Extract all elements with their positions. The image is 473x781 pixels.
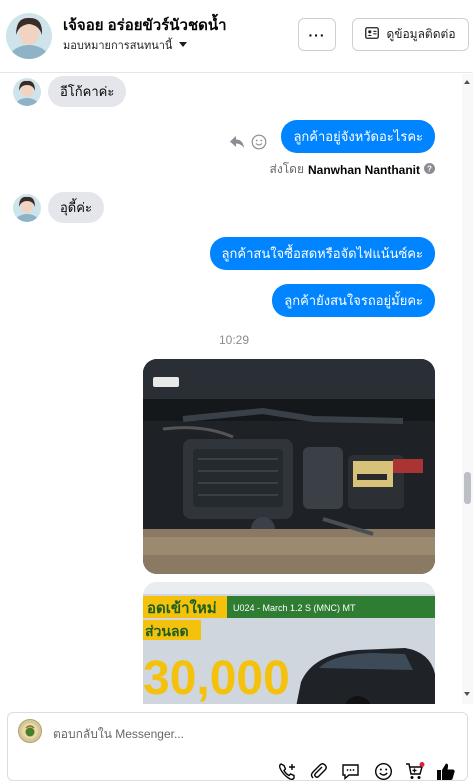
message-timestamp: 10:29 xyxy=(218,333,250,347)
contact-card-icon xyxy=(365,27,380,42)
attach-icon[interactable] xyxy=(308,761,328,781)
sent-by-name: Nanwhan Nanthanit xyxy=(307,162,420,177)
scroll-down-icon[interactable] xyxy=(464,692,470,696)
contact-avatar-small[interactable] xyxy=(13,193,41,222)
reply-input[interactable] xyxy=(53,727,353,741)
view-contact-info-label: ดูข้อมูลติดต่อ xyxy=(386,27,456,41)
photo-attachment[interactable] xyxy=(143,359,435,574)
conversation-header: เจ้จอย อร่อยขัวร์นัวชดน้ำ มอบหมายการสนทน… xyxy=(0,0,473,73)
cart-icon[interactable] xyxy=(405,761,425,781)
promo-model: U024 - March 1.2 S (MNC) MT xyxy=(233,603,356,613)
saved-reply-icon[interactable] xyxy=(340,761,360,781)
contact-avatar[interactable] xyxy=(6,13,52,59)
info-icon[interactable]: ? xyxy=(424,162,435,177)
add-call-icon[interactable] xyxy=(277,761,297,781)
svg-text:?: ? xyxy=(427,164,432,173)
smile-icon[interactable] xyxy=(251,134,267,155)
message-actions xyxy=(229,134,267,155)
message-bubble-outgoing[interactable]: ลูกค้าอยู่จังหวัดอะไรคะ xyxy=(281,120,435,153)
message-bubble[interactable]: อุดี้ค่ะ xyxy=(48,192,104,223)
scroll-thumb[interactable] xyxy=(464,472,471,504)
promo-discount-label: ส่วนลด xyxy=(145,624,189,640)
sent-by-line: ส่งโดย Nanwhan Nanthanit ? xyxy=(270,160,435,179)
message-bubble-outgoing[interactable]: ลูกค้ายังสนใจรถอยู่มั้ยคะ xyxy=(272,284,435,317)
page-avatar xyxy=(18,719,42,743)
thumbs-up-icon[interactable] xyxy=(436,761,456,781)
contact-avatar-small[interactable] xyxy=(13,77,41,106)
promo-discount-amount: 30,000 xyxy=(143,652,290,704)
emoji-icon[interactable] xyxy=(373,761,393,781)
composer-box xyxy=(7,712,468,781)
message-incoming: อีโก้คาค่ะ xyxy=(13,76,127,107)
chevron-down-icon xyxy=(178,36,188,54)
sent-by-prefix: ส่งโดย xyxy=(269,162,304,176)
message-incoming: อุดี้ค่ะ xyxy=(13,192,104,223)
scroll-up-icon[interactable] xyxy=(464,80,470,84)
message-bubble[interactable]: อีโก้คาค่ะ xyxy=(48,76,127,107)
more-options-button[interactable]: ··· xyxy=(298,18,336,51)
view-contact-info-button[interactable]: ดูข้อมูลติดต่อ xyxy=(352,18,469,51)
photo-attachment[interactable]: อดเข้าใหม่ U024 - March 1.2 S (MNC) MT ส… xyxy=(143,582,435,704)
more-options-label: ··· xyxy=(308,26,326,43)
assign-label: มอบหมายการสนทนานี้ xyxy=(63,40,173,52)
reply-composer xyxy=(0,704,473,781)
engine-photo xyxy=(143,359,435,574)
contact-name: เจ้จอย อร่อยขัวร์นัวชดน้ำ xyxy=(63,17,227,34)
promo-photo: อดเข้าใหม่ U024 - March 1.2 S (MNC) MT ส… xyxy=(143,582,435,704)
thread-scrollbar[interactable] xyxy=(462,74,473,704)
message-bubble-outgoing[interactable]: ลูกค้าสนใจซื้อสดหรือจัดไฟแน้นซ์คะ xyxy=(209,237,435,270)
assign-conversation-dropdown[interactable]: มอบหมายการสนทนานี้ xyxy=(63,36,188,54)
reply-icon[interactable] xyxy=(229,135,245,154)
promo-banner-title: อดเข้าใหม่ xyxy=(147,599,217,617)
message-thread: อีโก้คาค่ะ ลูกค้าอยู่จังหวัดอะไรคะ ส่งโด… xyxy=(0,74,473,704)
